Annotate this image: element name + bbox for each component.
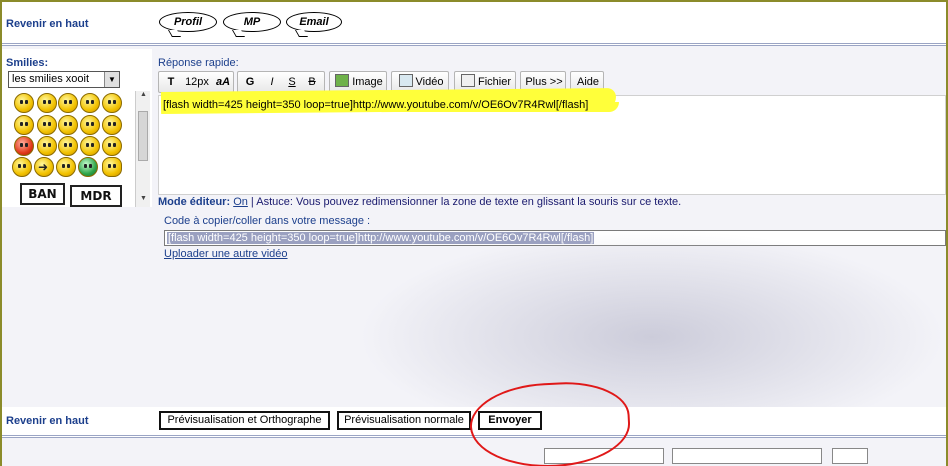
smiley-icon[interactable] — [80, 136, 100, 156]
smiley-icon[interactable] — [80, 93, 100, 113]
text-color-icon[interactable]: T — [162, 74, 180, 91]
mode-label: Mode éditeur: — [158, 196, 231, 208]
upload-video-link[interactable]: Uploader une autre vidéo — [164, 248, 288, 260]
smiley-icon[interactable] — [56, 157, 76, 177]
smiley-icon[interactable] — [80, 115, 100, 135]
profile-button[interactable]: Profil — [159, 12, 217, 32]
chevron-down-icon[interactable]: ▼ — [104, 72, 119, 87]
smilies-select-value: les smilies xooit — [12, 73, 90, 85]
smiley-icon[interactable] — [14, 136, 34, 156]
smilies-scrollbar[interactable]: ▲ ▼ — [135, 91, 150, 207]
ban-sign[interactable]: BAN — [20, 183, 65, 205]
resize-tip: | Astuce: Vous pouvez redimensionner la … — [247, 196, 682, 208]
smiley-icon[interactable] — [37, 93, 57, 113]
mode-toggle-link[interactable]: On — [233, 196, 248, 208]
file-label: Fichier — [477, 76, 511, 88]
bold-button[interactable]: G — [242, 74, 258, 91]
smiley-icon[interactable] — [78, 157, 98, 177]
underline-button[interactable]: S — [284, 74, 300, 91]
editor-mode-line: Mode éditeur: On | Astuce: Vous pouvez r… — [158, 196, 681, 208]
mdr-sign[interactable]: MDR — [70, 185, 122, 207]
image-icon — [335, 74, 350, 87]
footer-controls — [2, 442, 946, 466]
font-group: T 12px aA — [158, 71, 234, 93]
email-button[interactable]: Email — [286, 12, 342, 32]
smilies-select[interactable]: les smilies xooit ▼ — [8, 71, 120, 88]
italic-button[interactable]: I — [264, 74, 280, 91]
font-size-button[interactable]: 12px — [181, 74, 213, 91]
smiley-icon[interactable] — [102, 115, 122, 135]
smiley-icon[interactable] — [37, 136, 57, 156]
video-icon — [398, 74, 413, 87]
quick-reply-label: Réponse rapide: — [158, 57, 239, 69]
scrollbar-thumb[interactable] — [138, 111, 148, 161]
blurred-background — [358, 229, 946, 409]
footer-select-2[interactable] — [672, 448, 822, 464]
smilies-panel: Smilies: les smilies xooit ▼ BAN MDR ▲ ▼ — [2, 49, 152, 207]
font-face-icon[interactable]: aA — [213, 74, 233, 91]
image-label: Image — [352, 76, 383, 88]
pm-button[interactable]: MP — [223, 12, 281, 32]
smiley-icon[interactable] — [58, 136, 78, 156]
smiley-icon[interactable] — [37, 115, 57, 135]
file-icon — [460, 74, 475, 87]
smiley-icon[interactable] — [14, 115, 34, 135]
smiley-icon[interactable] — [58, 115, 78, 135]
back-to-top-link-bottom[interactable]: Revenir en haut — [6, 415, 89, 427]
smiley-icon[interactable] — [58, 93, 78, 113]
smiley-icon[interactable] — [102, 136, 122, 156]
smiley-icon[interactable] — [12, 157, 32, 177]
video-label: Vidéo — [415, 76, 444, 88]
code-label: Code à copier/coller dans votre message … — [164, 215, 371, 227]
preview-button[interactable]: Prévisualisation normale — [337, 411, 471, 430]
back-to-top-link[interactable]: Revenir en haut — [6, 18, 89, 30]
smilies-label: Smilies: — [6, 57, 49, 69]
editor-text: [flash width=425 height=350 loop=true]ht… — [163, 99, 589, 111]
thumbs-up-smiley-icon[interactable] — [102, 157, 122, 177]
smiley-icon[interactable] — [14, 93, 34, 113]
strike-button[interactable]: B — [304, 74, 320, 91]
message-editor[interactable]: [flash width=425 height=350 loop=true]ht… — [158, 88, 946, 195]
scroll-up-icon[interactable]: ▲ — [136, 91, 151, 103]
preview-spell-button[interactable]: Prévisualisation et Orthographe — [159, 411, 330, 430]
footer-go-button[interactable] — [832, 448, 868, 464]
arrow-smiley-icon[interactable] — [34, 157, 54, 177]
quick-reply: Réponse rapide: T 12px aA G I S B Image … — [158, 49, 946, 409]
scroll-down-icon[interactable]: ▼ — [136, 195, 151, 207]
smiley-icon[interactable] — [102, 93, 122, 113]
top-bar: Revenir en haut Profil MP Email — [2, 2, 946, 46]
